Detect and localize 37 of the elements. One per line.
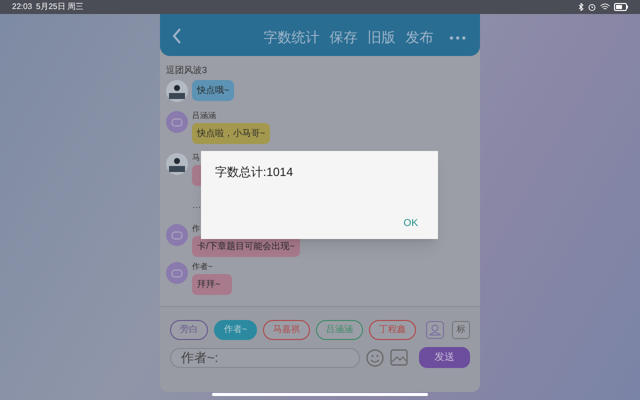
avatar-icon <box>166 224 188 246</box>
role-chip[interactable]: 作者~ <box>214 320 257 340</box>
bluetooth-icon <box>578 3 584 11</box>
chat-title: 逗团风波3 <box>166 64 208 76</box>
ok-button[interactable]: OK <box>402 216 420 231</box>
more-button[interactable]: ••• <box>449 28 468 46</box>
header-action[interactable]: 发布 <box>405 27 434 48</box>
sender-name: 作者~ <box>192 262 213 272</box>
battery-icon <box>614 3 628 11</box>
image-icon[interactable] <box>390 349 408 366</box>
tag-button[interactable]: 标 <box>452 321 470 339</box>
role-chip[interactable]: 马嘉祺 <box>263 320 310 340</box>
header-action[interactable]: 保存 <box>329 27 358 48</box>
clock-time: 22:03 <box>12 1 32 13</box>
dialog-message: 字数总计:1014 <box>215 164 294 181</box>
avatar-icon <box>166 262 188 284</box>
ellipsis-text: … <box>192 199 202 212</box>
message-field[interactable]: 作者~: <box>170 348 360 368</box>
avatar-icon <box>166 111 188 133</box>
wifi-icon <box>600 3 610 11</box>
header-action[interactable]: 字数统计 <box>263 27 320 48</box>
message-bubble: 快点哦~ <box>192 80 234 101</box>
back-icon[interactable] <box>172 28 182 44</box>
smiley-icon[interactable] <box>366 348 384 366</box>
role-chip[interactable]: 丁程鑫 <box>369 320 416 340</box>
sender-name: 作 <box>192 224 200 234</box>
sender-name: 吕涵涵 <box>192 111 216 121</box>
role-chip[interactable]: 旁白 <box>170 320 208 340</box>
header-action[interactable]: 旧版 <box>367 27 396 48</box>
alarm-icon <box>588 3 596 11</box>
person-icon[interactable] <box>426 321 444 339</box>
message-bubble: 拜拜~ <box>192 274 232 295</box>
sender-name: 马 <box>192 153 200 163</box>
date-text: 5月25日 周三 <box>36 1 84 13</box>
message-bubble: 快点啦，小马哥~ <box>192 123 270 144</box>
role-chip[interactable]: 吕涵涵 <box>316 320 363 340</box>
send-button[interactable]: 发送 <box>419 347 470 368</box>
